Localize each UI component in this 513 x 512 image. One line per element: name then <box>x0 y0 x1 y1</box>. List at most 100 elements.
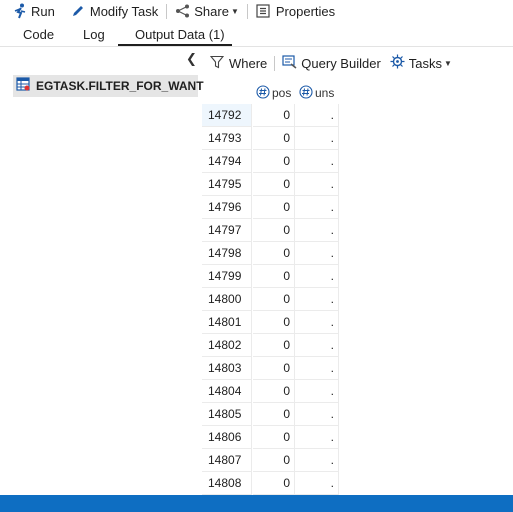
table-row[interactable]: 14796 0 . <box>202 196 339 219</box>
cell-uns[interactable]: . <box>295 196 339 219</box>
cell-uns[interactable]: . <box>295 403 339 426</box>
run-icon <box>12 3 28 19</box>
row-number: 14801 <box>202 311 252 334</box>
table-row[interactable]: 14798 0 . <box>202 242 339 265</box>
cell-uns[interactable]: . <box>295 449 339 472</box>
table-row[interactable]: 14801 0 . <box>202 311 339 334</box>
share-icon <box>175 4 190 18</box>
row-number: 14807 <box>202 449 252 472</box>
query-builder-label: Query Builder <box>301 55 381 71</box>
filter-icon <box>209 55 225 72</box>
cell-pos[interactable]: 0 <box>253 104 295 127</box>
run-button[interactable]: Run <box>0 0 59 22</box>
tab-bar: Code Log Output Data (1) <box>0 24 513 47</box>
cell-pos[interactable]: 0 <box>253 449 295 472</box>
cell-pos[interactable]: 0 <box>253 219 295 242</box>
cell-uns[interactable]: . <box>295 288 339 311</box>
cell-uns[interactable]: . <box>295 426 339 449</box>
cell-uns[interactable]: . <box>295 334 339 357</box>
table-row[interactable]: 14792 0 . <box>202 104 339 127</box>
table-row[interactable]: 14807 0 . <box>202 449 339 472</box>
cell-pos[interactable]: 0 <box>253 242 295 265</box>
modify-task-label: Modify Task <box>89 3 159 19</box>
tasks-gear-icon <box>390 54 405 72</box>
row-number: 14808 <box>202 472 252 495</box>
table-row[interactable]: 14806 0 . <box>202 426 339 449</box>
modify-task-button[interactable]: Modify Task <box>67 0 162 22</box>
column-header-uns[interactable]: uns <box>299 82 334 104</box>
row-number: 14796 <box>202 196 252 219</box>
chevron-down-icon: ▼ <box>444 58 452 68</box>
properties-icon <box>256 4 270 18</box>
cell-uns[interactable]: . <box>295 380 339 403</box>
library-item-table[interactable]: EGTASK.FILTER_FOR_WANT <box>13 75 204 97</box>
table-row[interactable]: 14802 0 . <box>202 334 339 357</box>
toolbar-separator <box>274 55 276 71</box>
cell-pos[interactable]: 0 <box>253 311 295 334</box>
cell-uns[interactable]: . <box>295 265 339 288</box>
cell-uns[interactable]: . <box>295 219 339 242</box>
row-number: 14794 <box>202 150 252 173</box>
cell-uns[interactable]: . <box>295 472 339 495</box>
where-button[interactable]: Where <box>207 55 270 72</box>
cell-pos[interactable]: 0 <box>253 288 295 311</box>
table-row[interactable]: 14795 0 . <box>202 173 339 196</box>
query-builder-button[interactable]: Query Builder <box>279 54 383 72</box>
properties-label: Properties <box>275 3 336 19</box>
tab-log[interactable]: Log <box>83 24 105 46</box>
cell-pos[interactable]: 0 <box>253 127 295 150</box>
column-header-label: uns <box>315 86 335 100</box>
cell-uns[interactable]: . <box>295 150 339 173</box>
table-row[interactable]: 14808 0 . <box>202 472 339 495</box>
row-number: 14805 <box>202 403 252 426</box>
cell-pos[interactable]: 0 <box>253 334 295 357</box>
tab-code[interactable]: Code <box>23 24 54 46</box>
tasks-button[interactable]: Tasks ▼ <box>387 54 455 72</box>
row-number: 14797 <box>202 219 252 242</box>
column-header-pos[interactable]: pos <box>256 82 291 104</box>
share-button[interactable]: Share ▼ <box>171 0 243 22</box>
cell-pos[interactable]: 0 <box>253 403 295 426</box>
pencil-icon <box>71 4 85 18</box>
share-label: Share <box>194 3 229 19</box>
table-row[interactable]: 14803 0 . <box>202 357 339 380</box>
data-toolbar: Where Query Builder Tasks ▼ <box>202 51 513 75</box>
properties-button[interactable]: Properties <box>252 0 339 22</box>
toolbar-separator <box>166 3 168 19</box>
table-row[interactable]: 14800 0 . <box>202 288 339 311</box>
table-row[interactable]: 14805 0 . <box>202 403 339 426</box>
tab-output-data[interactable]: Output Data (1) <box>135 24 225 46</box>
query-builder-icon <box>282 54 297 72</box>
row-number: 14803 <box>202 357 252 380</box>
table-row[interactable]: 14797 0 . <box>202 219 339 242</box>
numeric-column-icon <box>256 84 270 102</box>
table-icon <box>16 76 30 96</box>
cell-pos[interactable]: 0 <box>253 380 295 403</box>
table-row[interactable]: 14799 0 . <box>202 265 339 288</box>
cell-uns[interactable]: . <box>295 173 339 196</box>
row-number: 14792 <box>202 104 252 127</box>
tasks-label: Tasks <box>408 55 443 71</box>
cell-pos[interactable]: 0 <box>253 173 295 196</box>
cell-pos[interactable]: 0 <box>253 265 295 288</box>
run-label: Run <box>31 3 55 19</box>
table-row[interactable]: 14794 0 . <box>202 150 339 173</box>
row-number: 14804 <box>202 380 252 403</box>
cell-pos[interactable]: 0 <box>253 357 295 380</box>
library-panel: ❮ EGTASK.FILTER_FOR_WANT <box>0 47 204 495</box>
collapse-panel-icon[interactable]: ❮ <box>186 51 197 67</box>
column-header-label: pos <box>272 86 292 100</box>
cell-pos[interactable]: 0 <box>253 196 295 219</box>
cell-pos[interactable]: 0 <box>253 426 295 449</box>
cell-uns[interactable]: . <box>295 311 339 334</box>
row-number: 14793 <box>202 127 252 150</box>
table-row[interactable]: 14804 0 . <box>202 380 339 403</box>
cell-uns[interactable]: . <box>295 127 339 150</box>
table-row[interactable]: 14793 0 . <box>202 127 339 150</box>
toolbar-separator <box>246 3 248 19</box>
cell-uns[interactable]: . <box>295 104 339 127</box>
cell-uns[interactable]: . <box>295 242 339 265</box>
cell-pos[interactable]: 0 <box>253 472 295 495</box>
cell-uns[interactable]: . <box>295 357 339 380</box>
cell-pos[interactable]: 0 <box>253 150 295 173</box>
